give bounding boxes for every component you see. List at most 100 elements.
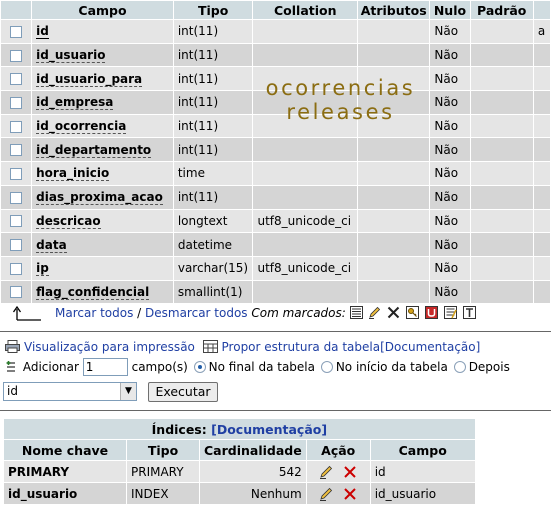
radio-after-label[interactable]: Depois (469, 360, 510, 374)
field-name-text[interactable]: descricao (36, 213, 101, 229)
indexes-documentation-link[interactable]: [Documentação] (211, 422, 327, 437)
table-row[interactable]: id_departamento int(11) Não (1, 138, 550, 162)
row-checkbox[interactable] (10, 25, 23, 38)
edit-icon[interactable] (368, 306, 381, 319)
field-name[interactable]: data (32, 233, 173, 256)
add-label: Adicionar (22, 360, 79, 374)
field-name-text[interactable]: flag_confidencial (36, 284, 150, 300)
radio-end-of-table[interactable] (193, 360, 206, 373)
field-name-text[interactable]: id_empresa (36, 95, 114, 111)
row-checkbox[interactable] (10, 144, 23, 157)
radio-end-label[interactable]: No final da tabela (209, 360, 315, 374)
radio-start-label[interactable]: No início da tabela (336, 360, 448, 374)
row-checkbox-cell[interactable] (1, 114, 32, 138)
delete-icon[interactable] (342, 465, 358, 479)
fulltext-icon[interactable] (462, 306, 476, 319)
edit-icon[interactable] (318, 465, 334, 479)
edit-icon[interactable] (318, 487, 334, 501)
field-name-text[interactable]: id_departamento (36, 142, 152, 158)
row-checkbox-cell[interactable] (1, 280, 32, 304)
field-name-text[interactable]: hora_inicio (36, 166, 110, 182)
header-padrao[interactable]: Padrão (470, 1, 533, 19)
browse-icon[interactable] (349, 306, 363, 319)
field-count-input[interactable] (82, 358, 128, 376)
field-name[interactable]: id_empresa (32, 91, 173, 114)
after-field-select[interactable]: id ▼ (3, 382, 137, 401)
field-name-text[interactable]: id_usuario (36, 48, 106, 64)
field-extra (533, 233, 550, 256)
documentation-link[interactable]: [Documentação] (380, 340, 480, 354)
primary-key-icon[interactable] (406, 306, 420, 319)
chevron-down-icon[interactable]: ▼ (120, 383, 136, 400)
field-name[interactable]: dias_proxima_acao (32, 185, 173, 209)
header-atributos[interactable]: Atributos (358, 1, 430, 19)
field-name-text[interactable]: ip (36, 261, 49, 277)
uncheck-all-link[interactable]: Desmarcar todos (145, 306, 248, 320)
field-name[interactable]: hora_inicio (32, 162, 173, 185)
table-row[interactable]: flag_confidencial smallint(1) Não (1, 280, 550, 304)
table-row[interactable]: descricao longtext utf8_unicode_ci Não (1, 209, 550, 233)
unique-icon[interactable] (424, 306, 438, 319)
add-field-icon (6, 361, 15, 372)
row-checkbox[interactable] (10, 286, 23, 299)
field-name[interactable]: id_ocorrencia (32, 114, 173, 138)
table-row[interactable]: id_empresa int(11) Não (1, 91, 550, 114)
table-row[interactable]: ip varchar(15) utf8_unicode_ci Não (1, 256, 550, 280)
radio-after[interactable] (453, 360, 466, 373)
header-tipo[interactable]: Tipo (173, 1, 253, 19)
check-all-link[interactable]: Marcar todos (55, 306, 133, 320)
row-checkbox-cell[interactable] (1, 91, 32, 114)
field-name[interactable]: id_usuario (32, 43, 173, 67)
field-null: Não (430, 185, 470, 209)
row-checkbox[interactable] (10, 167, 23, 180)
header-collation[interactable]: Collation (253, 1, 357, 19)
field-attributes (358, 256, 430, 280)
row-checkbox-cell[interactable] (1, 67, 32, 91)
row-checkbox-cell[interactable] (1, 43, 32, 67)
row-checkbox[interactable] (10, 191, 23, 204)
row-checkbox[interactable] (10, 262, 23, 275)
field-name-text[interactable]: id_ocorrencia (36, 119, 127, 135)
radio-start-of-table[interactable] (320, 360, 333, 373)
table-row[interactable]: id_usuario int(11) Não (1, 43, 550, 67)
row-checkbox-cell[interactable] (1, 138, 32, 162)
index-icon[interactable] (443, 306, 457, 319)
header-nulo[interactable]: Nulo (430, 1, 470, 19)
row-checkbox-cell[interactable] (1, 162, 32, 185)
row-checkbox[interactable] (10, 73, 23, 86)
structure-table: Campo Tipo Collation Atributos Nulo Padr… (0, 0, 551, 304)
row-checkbox-cell[interactable] (1, 209, 32, 233)
field-name-text[interactable]: id_usuario_para (36, 71, 143, 87)
propose-structure-link[interactable]: Propor estrutura da tabela (222, 340, 381, 354)
row-checkbox[interactable] (10, 49, 23, 62)
table-row[interactable]: id_ocorrencia int(11) Não (1, 114, 550, 138)
field-name[interactable]: id_departamento (32, 138, 173, 162)
table-row[interactable]: id_usuario_para int(11) Não (1, 67, 550, 91)
execute-button[interactable]: Executar (148, 382, 218, 402)
field-name[interactable]: ip (32, 256, 173, 280)
delete-icon[interactable] (342, 487, 358, 501)
row-checkbox[interactable] (10, 215, 23, 228)
row-checkbox[interactable] (10, 239, 23, 252)
row-checkbox-cell[interactable] (1, 20, 32, 43)
row-checkbox[interactable] (10, 120, 23, 133)
delete-icon[interactable] (387, 306, 400, 319)
field-name-text[interactable]: id (36, 24, 49, 40)
row-checkbox-cell[interactable] (1, 256, 32, 280)
field-name[interactable]: descricao (32, 209, 173, 233)
field-name[interactable]: id (32, 20, 173, 43)
field-name-text[interactable]: dias_proxima_acao (36, 190, 163, 206)
field-name[interactable]: flag_confidencial (32, 280, 173, 304)
table-row[interactable]: dias_proxima_acao int(11) Não (1, 185, 550, 209)
table-row[interactable]: id int(11) Não a (1, 20, 550, 43)
field-name-text[interactable]: data (36, 237, 67, 253)
table-row[interactable]: data datetime Não (1, 233, 550, 256)
row-checkbox[interactable] (10, 96, 23, 109)
header-campo[interactable]: Campo (32, 1, 173, 19)
row-checkbox-cell[interactable] (1, 233, 32, 256)
print-view-link[interactable]: Visualização para impressão (24, 340, 195, 354)
field-name[interactable]: id_usuario_para (32, 67, 173, 91)
table-row[interactable]: hora_inicio time Não (1, 162, 550, 185)
field-collation: utf8_unicode_ci (253, 256, 357, 280)
row-checkbox-cell[interactable] (1, 185, 32, 209)
